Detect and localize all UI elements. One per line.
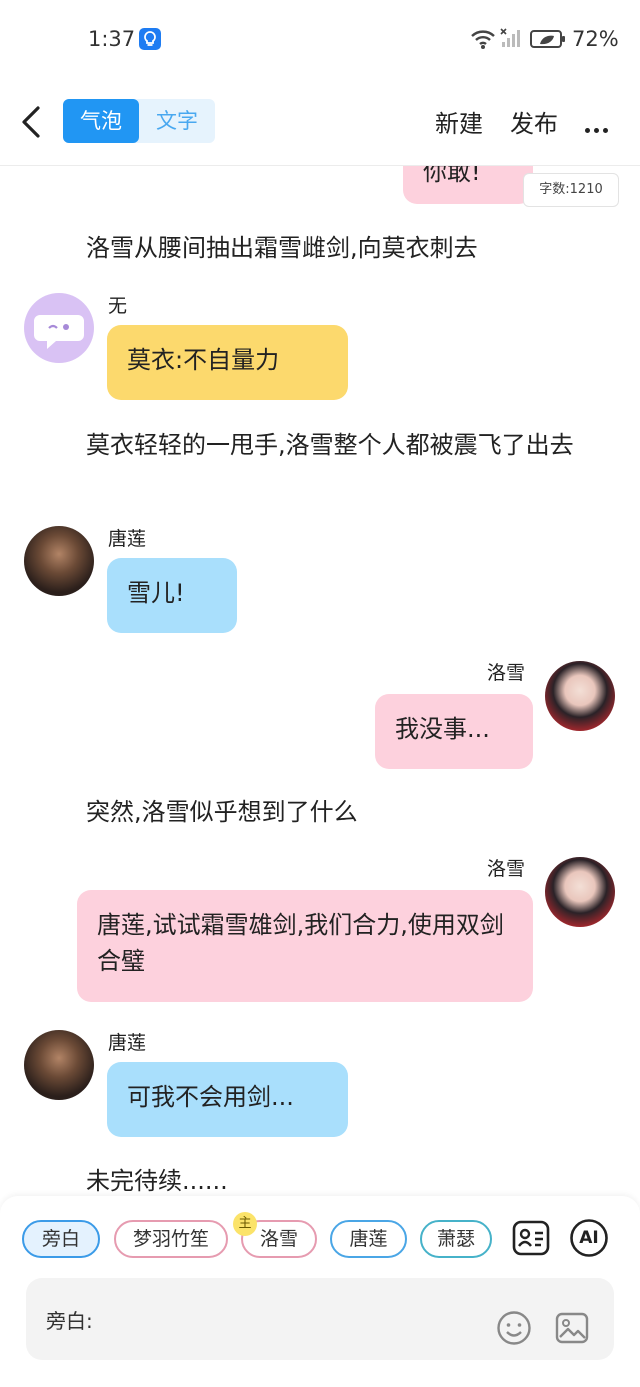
lightbulb-icon [139, 28, 161, 50]
narration-text[interactable]: 未完待续...... [86, 1163, 228, 1196]
new-button[interactable]: 新建 [435, 104, 483, 139]
ai-button[interactable]: AI [569, 1218, 609, 1258]
narration-text[interactable]: 莫衣轻轻的一甩手,洛雪整个人都被震飞了出去 [24, 427, 614, 463]
chat-bubble[interactable]: 可我不会用剑... [107, 1062, 348, 1137]
chat-area[interactable]: 你敢! 字数:1210 洛雪从腰间抽出霜雪雌剑,向莫衣刺去 无 莫衣:不自量力 … [0, 166, 640, 1196]
bubble-text: 我没事... [395, 715, 490, 743]
role-chip[interactable]: 萧瑟 [420, 1220, 492, 1258]
chat-bubble[interactable]: 我没事... [375, 694, 533, 769]
narration-text[interactable]: 突然,洛雪似乎想到了什么 [86, 794, 358, 830]
sender-name: 唐莲 [108, 1032, 147, 1054]
avatar[interactable] [24, 293, 94, 363]
chat-bubble[interactable]: 莫衣:不自量力 [107, 325, 348, 400]
status-bar: 1:37 72% [0, 0, 640, 80]
avatar[interactable] [24, 1030, 94, 1100]
composer-panel: 旁白 梦羽竹笙 主 洛雪 唐莲 萧瑟 AI 旁白: [0, 1196, 640, 1387]
status-time: 1:37 [88, 27, 136, 51]
chat-bubble-avatar-icon [34, 315, 84, 349]
bubble-text: 雪儿! [127, 579, 185, 607]
main-role-badge: 主 [233, 1212, 257, 1236]
bubble-text: 你敢! [423, 166, 481, 186]
sender-name: 无 [108, 295, 128, 317]
bubble-text: 莫衣:不自量力 [127, 346, 280, 374]
chat-bubble[interactable]: 雪儿! [107, 558, 237, 633]
emoji-icon[interactable] [496, 1310, 532, 1350]
tab-text[interactable]: 文字 [139, 99, 215, 143]
ai-label: AI [579, 1228, 599, 1248]
contacts-card-icon[interactable] [511, 1218, 551, 1258]
signal-icon [500, 27, 522, 53]
avatar[interactable] [545, 661, 615, 731]
chat-bubble[interactable]: 唐莲,试试霜雪雄剑,我们合力,使用双剑合璧 [77, 890, 533, 1002]
bubble-text: 可我不会用剑... [127, 1083, 294, 1111]
sender-name: 洛雪 [487, 662, 526, 684]
chat-bubble-partial[interactable]: 你敢! [403, 166, 533, 204]
avatar[interactable] [545, 857, 615, 927]
back-arrow-icon[interactable] [16, 102, 50, 142]
sender-name: 洛雪 [487, 858, 526, 880]
mode-toggle: 气泡 文字 [63, 99, 215, 143]
more-options-icon[interactable] [585, 118, 612, 137]
battery-percent: 72% [572, 27, 619, 51]
avatar[interactable] [24, 526, 94, 596]
message-input[interactable]: 旁白: [26, 1278, 614, 1360]
battery-icon [530, 30, 565, 48]
top-nav-bar: 气泡 文字 新建 发布 [0, 80, 640, 166]
tab-bubble[interactable]: 气泡 [63, 99, 139, 143]
publish-button[interactable]: 发布 [510, 104, 558, 139]
bubble-text: 唐莲,试试霜雪雄剑,我们合力,使用双剑合璧 [97, 911, 504, 975]
role-chip[interactable]: 梦羽竹笙 [114, 1220, 228, 1258]
input-role-prefix: 旁白: [46, 1309, 93, 1333]
role-chip[interactable]: 唐莲 [330, 1220, 407, 1258]
role-chip-narrator[interactable]: 旁白 [22, 1220, 100, 1258]
wifi-icon [470, 28, 496, 54]
image-icon[interactable] [554, 1310, 590, 1350]
word-count-badge: 字数:1210 [523, 173, 619, 207]
narration-text[interactable]: 洛雪从腰间抽出霜雪雌剑,向莫衣刺去 [86, 230, 478, 266]
sender-name: 唐莲 [108, 528, 147, 550]
